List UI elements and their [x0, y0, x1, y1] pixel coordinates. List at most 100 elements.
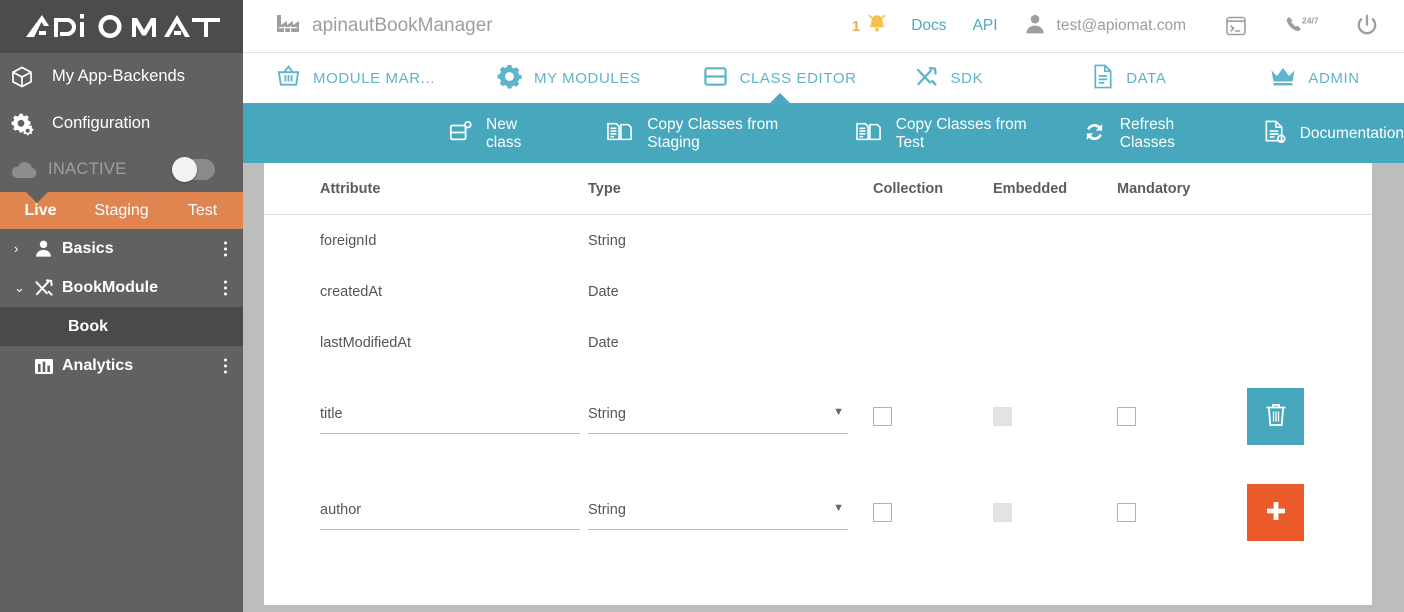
tab-sdk[interactable]: SDK: [915, 52, 984, 104]
refresh-classes-button[interactable]: Refresh Classes: [1082, 116, 1215, 152]
mandatory-checkbox[interactable]: [1117, 406, 1136, 426]
module-label: BookModule: [62, 278, 158, 296]
gears-icon: [10, 111, 48, 137]
sidebar: My App-Backends Configuration INACTIVE L…: [0, 0, 243, 612]
sidebar-item-configuration[interactable]: Configuration: [0, 100, 243, 147]
attributes-table: Attribute Type Collection Embedded Manda…: [264, 163, 1372, 560]
tools-icon: [34, 278, 62, 297]
kebab-menu-icon[interactable]: [224, 241, 227, 256]
user-email: test@apiomat.com: [1056, 17, 1186, 34]
tools-icon: [915, 65, 939, 91]
tab-data[interactable]: DATA: [1092, 52, 1166, 104]
module-label: Analytics: [62, 356, 134, 374]
cell-collection: [873, 406, 993, 426]
toolbar-label: Refresh Classes: [1119, 116, 1175, 151]
table-row: foreignId String: [264, 215, 1372, 266]
person-icon: [34, 239, 62, 258]
tab-admin[interactable]: ADMIN: [1270, 52, 1359, 104]
attribute-name-input[interactable]: [320, 398, 580, 434]
kebab-menu-icon[interactable]: [224, 280, 227, 295]
cell-embedded: [993, 502, 1117, 522]
chart-icon: [34, 356, 62, 376]
notifications[interactable]: 1: [852, 12, 889, 41]
support-phone-icon[interactable]: 24/7: [1284, 14, 1318, 38]
class-icon: [703, 64, 728, 93]
user-account[interactable]: test@apiomat.com: [1024, 13, 1186, 40]
col-header-mandatory: Mandatory: [1117, 180, 1191, 197]
toolbar-label: New class: [486, 116, 522, 151]
backend-status-toggle[interactable]: [172, 157, 215, 182]
documentation-button[interactable]: Documentation: [1263, 119, 1404, 149]
trash-icon: [1264, 402, 1288, 431]
environment-tabs: Live Staging Test: [0, 192, 243, 229]
svg-text:24/7: 24/7: [1302, 16, 1318, 26]
api-link[interactable]: API: [973, 17, 998, 35]
toolbar-label: Documentation: [1299, 125, 1404, 142]
col-header-type: Type: [588, 180, 621, 197]
cell-attribute: createdAt: [320, 283, 383, 300]
table-row: createdAt Date: [264, 266, 1372, 317]
tab-label: CLASS EDITOR: [739, 69, 857, 87]
cell-mandatory: [1117, 406, 1247, 426]
tab-module-market[interactable]: MODULE MAR...: [276, 52, 435, 104]
backend-status-row: INACTIVE: [0, 147, 243, 192]
cell-actions: [1247, 387, 1357, 445]
sidebar-item-my-app-backends[interactable]: My App-Backends: [0, 53, 243, 100]
gear-icon: [497, 64, 522, 93]
sidebar-class-book[interactable]: Book: [0, 307, 243, 346]
bell-icon[interactable]: [865, 12, 889, 41]
copy-classes-from-staging-button[interactable]: Copy Classes from Staging: [606, 116, 807, 152]
chevron-right-icon[interactable]: ›: [14, 241, 34, 256]
top-bar: apinautBookManager 1 Docs API test@apiom…: [243, 0, 1404, 53]
mandatory-checkbox[interactable]: [1117, 502, 1136, 522]
attribute-type-select[interactable]: String: [588, 398, 848, 434]
chevron-down-icon[interactable]: ⌄: [14, 280, 34, 296]
table-row: String ▼: [264, 368, 1372, 464]
cell-type: Date: [588, 283, 619, 300]
cloud-icon: [10, 161, 48, 179]
collection-checkbox[interactable]: [873, 406, 892, 426]
power-icon[interactable]: [1354, 13, 1380, 39]
app-root: My App-Backends Configuration INACTIVE L…: [0, 0, 1404, 612]
delete-attribute-button[interactable]: [1247, 387, 1304, 445]
copy-classes-from-test-button[interactable]: Copy Classes from Test: [855, 116, 1034, 152]
new-class-button[interactable]: New class: [448, 116, 543, 152]
table-row: String ▼: [264, 464, 1372, 560]
document-icon: [1092, 64, 1114, 93]
active-tab-indicator: [768, 93, 791, 104]
attribute-type-select[interactable]: String: [588, 494, 848, 530]
attribute-name-input[interactable]: [320, 494, 580, 530]
toggle-knob: [172, 157, 197, 182]
sidebar-module-basics[interactable]: › Basics: [0, 229, 243, 268]
tab-my-modules[interactable]: MY MODULES: [497, 52, 641, 104]
sidebar-module-analytics[interactable]: Analytics: [0, 346, 243, 385]
cell-attribute: [320, 494, 588, 530]
col-header-attribute: Attribute: [320, 180, 381, 197]
cell-type: String ▼: [588, 494, 873, 530]
cell-collection: [873, 502, 993, 522]
table-header-row: Attribute Type Collection Embedded Manda…: [264, 163, 1372, 215]
basket-icon: [276, 64, 301, 93]
kebab-menu-icon[interactable]: [224, 358, 227, 373]
tab-class-editor[interactable]: CLASS EDITOR: [703, 52, 857, 104]
sidebar-item-label: Configuration: [52, 114, 151, 132]
module-label: Basics: [62, 239, 114, 257]
add-attribute-button[interactable]: [1247, 483, 1304, 541]
col-header-collection: Collection: [873, 180, 944, 197]
embedded-checkbox: [993, 502, 1012, 522]
sidebar-item-label: My App-Backends: [52, 67, 185, 85]
factory-icon: [276, 13, 300, 39]
brand-logo[interactable]: [0, 0, 243, 53]
env-tab-staging[interactable]: Staging: [81, 192, 162, 229]
env-active-notch: [26, 192, 48, 203]
app-title[interactable]: apinautBookManager: [276, 13, 493, 39]
env-tab-test[interactable]: Test: [162, 192, 243, 229]
class-editor-toolbar: New class Copy Classes from Staging Copy…: [243, 105, 1404, 163]
embedded-checkbox: [993, 406, 1012, 426]
docs-link[interactable]: Docs: [911, 17, 946, 35]
console-icon[interactable]: [1224, 14, 1248, 38]
collection-checkbox[interactable]: [873, 502, 892, 522]
sidebar-module-bookmodule[interactable]: ⌄ BookModule: [0, 268, 243, 307]
cell-type: Date: [588, 334, 619, 351]
table-row: lastModifiedAt Date: [264, 317, 1372, 368]
